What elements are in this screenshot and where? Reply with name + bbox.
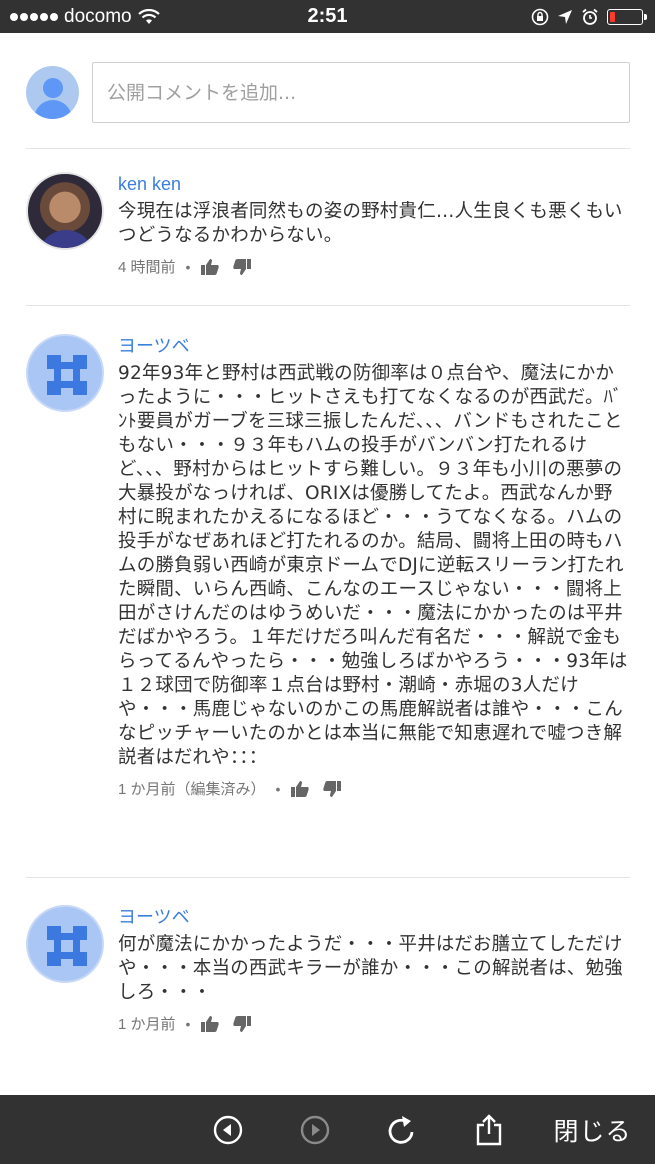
avatar[interactable] [26, 905, 104, 983]
current-user-avatar [26, 65, 79, 119]
share-icon [476, 1113, 502, 1145]
battery-icon [607, 8, 647, 25]
rotation-lock-icon [531, 8, 549, 25]
comment-time: 1 か月前 [118, 1016, 176, 1033]
thumbs-down-icon[interactable] [322, 779, 344, 799]
add-comment-row [26, 62, 630, 123]
forward-button[interactable] [295, 1095, 335, 1164]
avatar[interactable] [26, 334, 104, 412]
signal-strength-icon [10, 12, 58, 21]
divider [26, 305, 630, 306]
comment-author[interactable]: ヨーツベ [118, 334, 630, 358]
comment-time: 1 か月前（編集済み） [118, 781, 266, 798]
separator-dot: • [185, 1015, 191, 1032]
comment-text: 何が魔法にかかったようだ・・・平井はだお膳立てしただけや・・・本当の西武キラーが… [118, 934, 623, 1003]
comment-body: ヨーツベ 何が魔法にかかったようだ・・・平井はだお膳立てしただけや・・・本当の西… [118, 905, 630, 1034]
avatar[interactable] [26, 172, 104, 250]
thumbs-up-icon[interactable] [290, 779, 312, 799]
comment-input[interactable] [92, 62, 630, 123]
status-right [531, 8, 647, 26]
status-bar: docomo 2:51 [0, 0, 655, 33]
comment-time: 4 時間前 [118, 259, 176, 276]
alarm-icon [582, 8, 598, 25]
wifi-icon [137, 8, 160, 24]
thumbs-up-icon[interactable] [200, 257, 222, 277]
comment-item: ヨーツベ 92年93年と野村は西武戦の防御率は０点台や、魔法にかかったように・・… [26, 334, 630, 854]
comment-meta: 1 か月前 • [118, 1013, 630, 1034]
thumbs-up-icon[interactable] [200, 1014, 222, 1034]
comment-text: 92年93年と野村は西武戦の防御率は０点台や、魔法にかかったように・・・ヒットさ… [118, 363, 628, 768]
share-button[interactable] [469, 1095, 509, 1164]
back-button[interactable] [208, 1095, 248, 1164]
close-button[interactable]: 閉じる [545, 1095, 640, 1164]
back-icon [213, 1115, 243, 1144]
separator-dot: • [275, 780, 281, 797]
status-left: docomo [10, 6, 160, 28]
comment-author[interactable]: ヨーツベ [118, 905, 630, 929]
comment-body: ヨーツベ 92年93年と野村は西武戦の防御率は０点台や、魔法にかかったように・・… [118, 334, 630, 799]
separator-dot: • [185, 258, 191, 275]
comment-text: 今現在は浮浪者同然もの姿の野村貴仁…人生良くも悪くもいつどうなるかわからない。 [118, 201, 623, 246]
battery-level [610, 11, 615, 22]
reload-button[interactable] [382, 1095, 422, 1164]
thumbs-down-icon[interactable] [232, 1014, 254, 1034]
comment-item: ヨーツベ 何が魔法にかかったようだ・・・平井はだお膳立てしただけや・・・本当の西… [26, 905, 630, 1045]
comment-author[interactable]: ken ken [118, 172, 630, 196]
comment-meta: 1 か月前（編集済み） • [118, 778, 630, 799]
divider [26, 877, 630, 878]
thumbs-down-icon[interactable] [232, 257, 254, 277]
comment-body: ken ken 今現在は浮浪者同然もの姿の野村貴仁…人生良くも悪くもいつどうなる… [118, 172, 630, 277]
reload-icon [388, 1115, 414, 1144]
location-icon [558, 9, 572, 24]
comment-meta: 4 時間前 • [118, 256, 630, 277]
divider [26, 148, 630, 149]
carrier-name: docomo [64, 5, 132, 27]
bottom-toolbar: 閉じる [0, 1095, 655, 1164]
forward-icon [300, 1115, 330, 1144]
comment-item: ken ken 今現在は浮浪者同然もの姿の野村貴仁…人生良くも悪くもいつどうなる… [26, 172, 630, 282]
